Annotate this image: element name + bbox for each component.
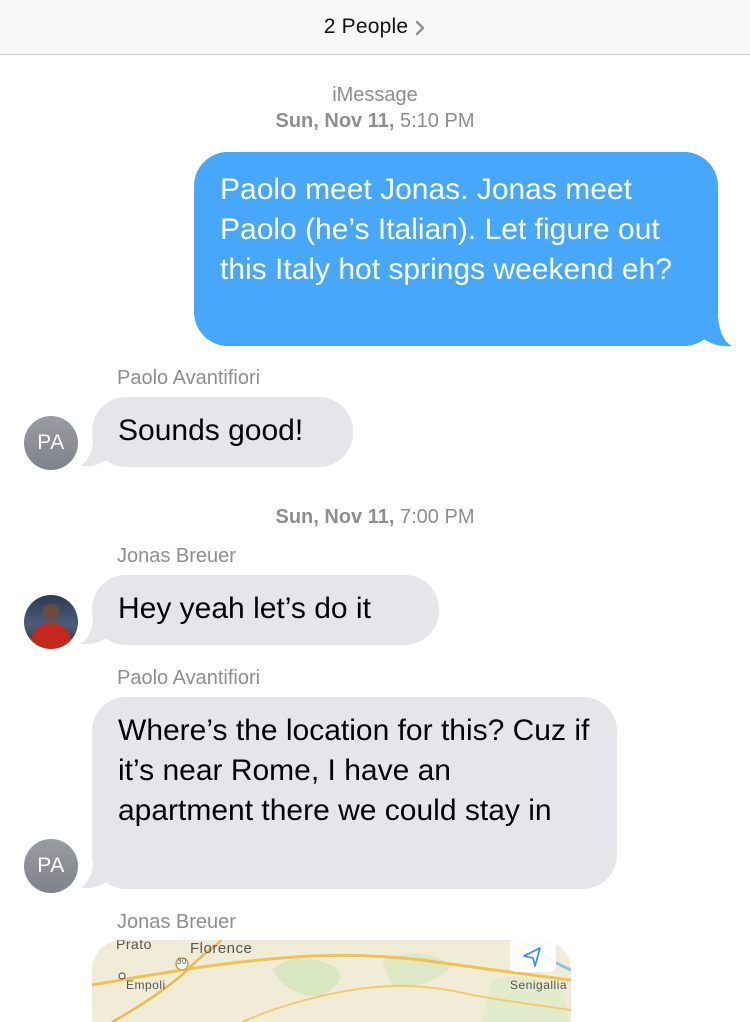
road-badge: 30 — [177, 957, 187, 966]
avatar-initials: PA — [37, 431, 65, 454]
timestamp: Sun, Nov 11, 5:10 PM — [275, 110, 475, 132]
bubble-tail — [80, 614, 112, 645]
sender-name: Jonas Breuer — [117, 911, 236, 933]
bubble-tail — [700, 316, 732, 347]
sender-name: Paolo Avantifiori — [117, 367, 261, 389]
timestamp: Sun, Nov 11, 7:00 PM — [275, 506, 475, 528]
map-label: Empoli — [126, 978, 166, 992]
conversation-title[interactable]: 2 People — [324, 15, 409, 39]
conversation-header[interactable]: 2 People — [0, 0, 750, 55]
map-label: Senigallia — [510, 978, 568, 992]
incoming-message-bubble[interactable]: Where’s the location for this? Cuz if it… — [92, 697, 617, 889]
service-label: iMessage — [332, 84, 418, 106]
sender-name: Paolo Avantifiori — [117, 667, 261, 689]
sender-name: Jonas Breuer — [117, 545, 236, 567]
message-text: Where’s the location for this? Cuz if it… — [118, 714, 598, 827]
message-text: Hey yeah let’s do it — [118, 592, 371, 625]
map-attachment[interactable]: Prato Florence Empoli Senigallia 30 — [92, 940, 571, 1022]
avatar[interactable]: PA — [24, 416, 78, 470]
message-text: Paolo meet Jonas. Jonas meet Paolo (he’s… — [220, 173, 672, 286]
bubble-tail — [80, 858, 112, 889]
avatar[interactable] — [24, 595, 78, 649]
bubble-tail — [80, 436, 112, 467]
map-label: Florence — [190, 940, 253, 957]
message-text: Sounds good! — [118, 414, 304, 447]
chevron-right-icon — [416, 20, 425, 36]
incoming-message-bubble[interactable]: Hey yeah let’s do it — [92, 575, 439, 645]
avatar[interactable]: PA — [24, 839, 78, 893]
outgoing-message-bubble[interactable]: Paolo meet Jonas. Jonas meet Paolo (he’s… — [194, 152, 718, 346]
avatar-initials: PA — [37, 854, 65, 877]
map-label: Prato — [116, 940, 152, 952]
incoming-message-bubble[interactable]: Sounds good! — [92, 397, 353, 467]
